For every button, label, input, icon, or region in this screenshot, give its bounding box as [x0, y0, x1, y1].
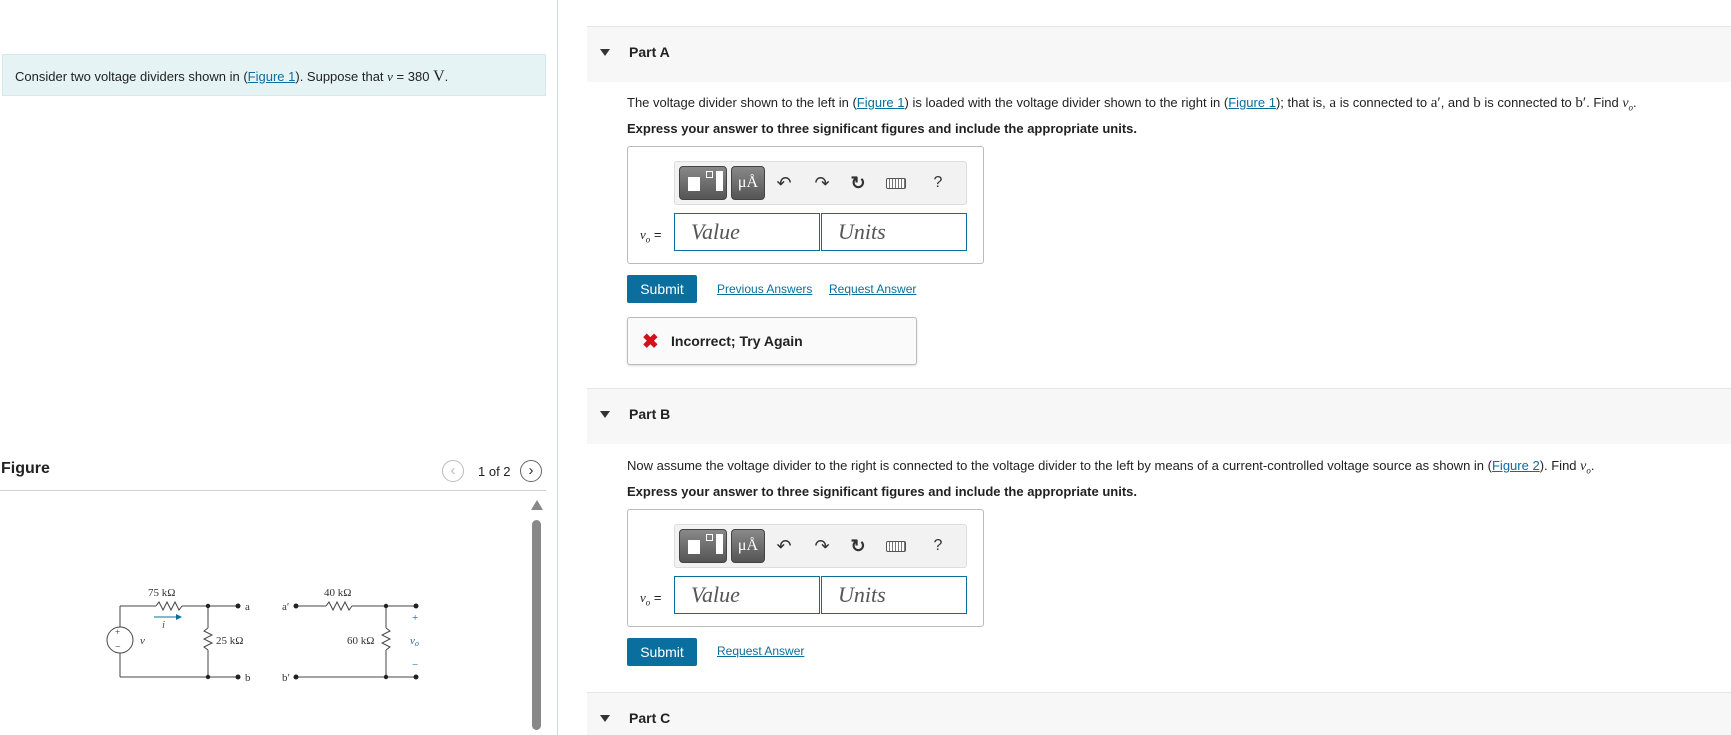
- redo-icon[interactable]: ↷: [811, 535, 833, 557]
- keyboard-icon[interactable]: [885, 172, 907, 194]
- math-toolbar: μÅ ↶ ↷ ↻ ?: [674, 161, 967, 205]
- resistor-60k-label: 60 kΩ: [347, 635, 374, 647]
- figure-header: Figure ‹ 1 of 2 ›: [0, 455, 546, 491]
- current-label: i: [162, 619, 165, 631]
- figure-pager: 1 of 2: [478, 464, 511, 479]
- intro-text: Consider two voltage dividers shown in (: [15, 69, 248, 84]
- figure-2-link[interactable]: Figure 2: [1492, 458, 1540, 473]
- request-answer-link[interactable]: Request Answer: [829, 282, 916, 296]
- part-c-title: Part C: [629, 710, 671, 726]
- part-a-header[interactable]: Part A: [587, 26, 1731, 82]
- right-pane: Part A The voltage divider shown to the …: [587, 0, 1731, 735]
- resistor-25k-symbol: [202, 627, 214, 651]
- figure-1-link[interactable]: Figure 1: [248, 69, 296, 84]
- collapse-triangle-icon[interactable]: [600, 49, 610, 56]
- units-input[interactable]: Units: [821, 213, 967, 251]
- vo-equation-label: vo =: [640, 590, 662, 608]
- source-minus-label: −: [115, 642, 121, 653]
- chevron-right-icon[interactable]: ›: [520, 460, 542, 482]
- output-voltage-label: vo: [410, 635, 419, 648]
- undo-icon[interactable]: ↶: [773, 535, 795, 557]
- part-a-question: The voltage divider shown to the left in…: [627, 95, 1637, 113]
- part-b-question: Now assume the voltage divider to the ri…: [627, 458, 1595, 476]
- units-button[interactable]: μÅ: [731, 529, 765, 563]
- source-plus-label: +: [115, 627, 120, 637]
- part-b-title: Part B: [629, 406, 671, 422]
- feedback-box: ✖ Incorrect; Try Again: [627, 317, 917, 365]
- output-plus-label: +: [412, 612, 418, 624]
- request-answer-link[interactable]: Request Answer: [717, 644, 804, 658]
- figure-scrollbar[interactable]: [530, 500, 544, 735]
- part-b-submit-button[interactable]: Submit: [627, 638, 697, 666]
- redo-icon[interactable]: ↷: [811, 172, 833, 194]
- reset-icon[interactable]: ↻: [847, 172, 869, 194]
- math-toolbar: μÅ ↶ ↷ ↻ ?: [674, 524, 967, 568]
- value-input[interactable]: Value: [674, 213, 820, 251]
- intro-text: .: [444, 69, 449, 84]
- feedback-message: Incorrect; Try Again: [671, 333, 803, 349]
- part-a-title: Part A: [629, 44, 670, 60]
- part-a-instructions: Express your answer to three significant…: [627, 121, 1137, 136]
- help-icon[interactable]: ?: [927, 172, 949, 194]
- units-input[interactable]: Units: [821, 576, 967, 614]
- node-b-prime-label: b′: [282, 672, 290, 684]
- figure-1-link[interactable]: Figure 1: [857, 95, 905, 110]
- problem-intro: Consider two voltage dividers shown in (…: [2, 54, 546, 96]
- current-arrow-icon: [176, 614, 182, 620]
- intro-text: = 380: [392, 69, 434, 84]
- source-voltage-label: v: [140, 635, 145, 647]
- value-input[interactable]: Value: [674, 576, 820, 614]
- resistor-40k-symbol: [325, 600, 353, 612]
- volt-unit: V: [433, 68, 445, 85]
- units-button[interactable]: μÅ: [731, 166, 765, 200]
- circuit-diagram: + − v 75 kΩ i 25 kΩ a b a′ b′ 40 kΩ 60 k…: [106, 587, 419, 684]
- resistor-40k-label: 40 kΩ: [324, 587, 351, 599]
- resistor-75k-symbol: [155, 600, 183, 612]
- node-a-label: a: [245, 601, 250, 613]
- templates-icon[interactable]: [679, 529, 727, 563]
- node-a-prime-label: a′: [282, 601, 289, 613]
- scroll-up-arrow-icon[interactable]: [531, 500, 543, 510]
- output-minus-label: −: [412, 659, 418, 671]
- node-b-label: b: [245, 672, 251, 684]
- part-b-instructions: Express your answer to three significant…: [627, 484, 1137, 499]
- vo-equation-label: vo =: [640, 227, 662, 245]
- part-a-answer-box: μÅ ↶ ↷ ↻ ? vo = Value Units: [627, 146, 984, 264]
- resistor-60k-symbol: [380, 627, 392, 651]
- collapse-triangle-icon[interactable]: [600, 411, 610, 418]
- part-a-submit-button[interactable]: Submit: [627, 275, 697, 303]
- undo-icon[interactable]: ↶: [773, 172, 795, 194]
- part-c-header[interactable]: Part C: [587, 692, 1731, 735]
- figure-1-link[interactable]: Figure 1: [1228, 95, 1276, 110]
- scroll-thumb[interactable]: [532, 520, 541, 730]
- chevron-left-icon[interactable]: ‹: [442, 460, 464, 482]
- resistor-75k-label: 75 kΩ: [148, 587, 175, 599]
- incorrect-x-icon: ✖: [642, 331, 659, 353]
- reset-icon[interactable]: ↻: [847, 535, 869, 557]
- templates-icon[interactable]: [679, 166, 727, 200]
- left-pane: Consider two voltage dividers shown in (…: [0, 0, 558, 735]
- figure-title: Figure: [1, 460, 50, 477]
- help-icon[interactable]: ?: [927, 535, 949, 557]
- resistor-25k-label: 25 kΩ: [216, 635, 243, 647]
- collapse-triangle-icon[interactable]: [600, 715, 610, 722]
- keyboard-icon[interactable]: [885, 535, 907, 557]
- part-b-header[interactable]: Part B: [587, 388, 1731, 444]
- previous-answers-link[interactable]: Previous Answers: [717, 282, 812, 296]
- part-b-answer-box: μÅ ↶ ↷ ↻ ? vo = Value Units: [627, 509, 984, 627]
- intro-text: ). Suppose that: [295, 69, 388, 84]
